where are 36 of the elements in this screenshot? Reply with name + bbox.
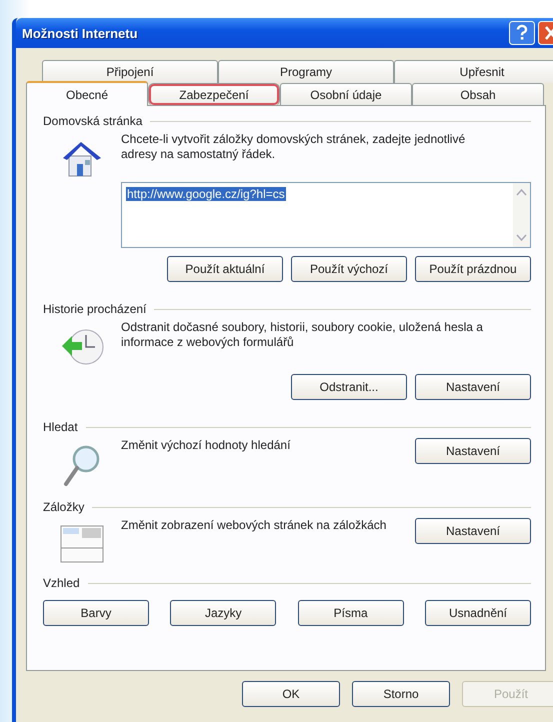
- description-text: Změnit zobrazení webových stránek na záložkách: [121, 518, 388, 533]
- tab[interactable]: Připojení: [42, 60, 218, 83]
- action-button[interactable]: Odstranit...: [291, 374, 407, 400]
- appearance-button[interactable]: Písma: [298, 600, 404, 626]
- settings-button[interactable]: Nastavení: [415, 438, 531, 464]
- action-button[interactable]: Použít výchozí: [291, 256, 407, 282]
- group-title: Vzhled: [43, 576, 80, 590]
- dialog-button[interactable]: Storno: [352, 681, 450, 707]
- action-button[interactable]: Použít aktuální: [167, 256, 283, 282]
- tab[interactable]: Osobní údaje: [280, 83, 412, 106]
- description-text: Odstranit dočasné soubory, historii, soubory cookie, uložená hesla a informace z webových formulářů: [121, 320, 484, 350]
- group-title: Historie procházení: [43, 302, 146, 316]
- appearance-button[interactable]: Jazyky: [170, 600, 276, 626]
- description-text: Chcete-li vytvořit záložky domovských stránek, zadejte jednotlivé adresy na samostatný řádek.: [121, 132, 466, 162]
- description-text: Změnit výchozí hodnoty hledání: [121, 438, 292, 453]
- tabbed-window-icon: [60, 524, 104, 564]
- tab[interactable]: Upřesnit: [394, 60, 553, 83]
- tab[interactable]: Zabezpečení: [148, 83, 280, 106]
- dialog-button[interactable]: OK: [242, 681, 340, 707]
- action-button[interactable]: Použít prázdnou: [415, 256, 531, 282]
- window-title: Možnosti Internetu: [22, 26, 138, 40]
- appearance-button[interactable]: Barvy: [43, 600, 149, 626]
- tab[interactable]: Programy: [218, 60, 394, 83]
- appearance-button[interactable]: Usnadnění: [424, 600, 531, 626]
- address-field[interactable]: http://www.google.cz/ig?hl=cs: [121, 182, 531, 248]
- tab[interactable]: Obecné: [26, 81, 148, 106]
- tab[interactable]: Obsah: [412, 83, 544, 106]
- group-title: Hledat: [43, 420, 78, 434]
- help-icon[interactable]: [509, 21, 535, 45]
- magnifier-icon: [62, 444, 102, 488]
- address-value: http://www.google.cz/ig?hl=cs: [126, 187, 286, 201]
- action-button[interactable]: Nastavení: [415, 374, 531, 400]
- settings-button[interactable]: Nastavení: [415, 518, 531, 544]
- group-title: Záložky: [43, 500, 84, 514]
- group-title: Domovská stránka: [43, 114, 142, 128]
- scrollbar[interactable]: [513, 183, 530, 247]
